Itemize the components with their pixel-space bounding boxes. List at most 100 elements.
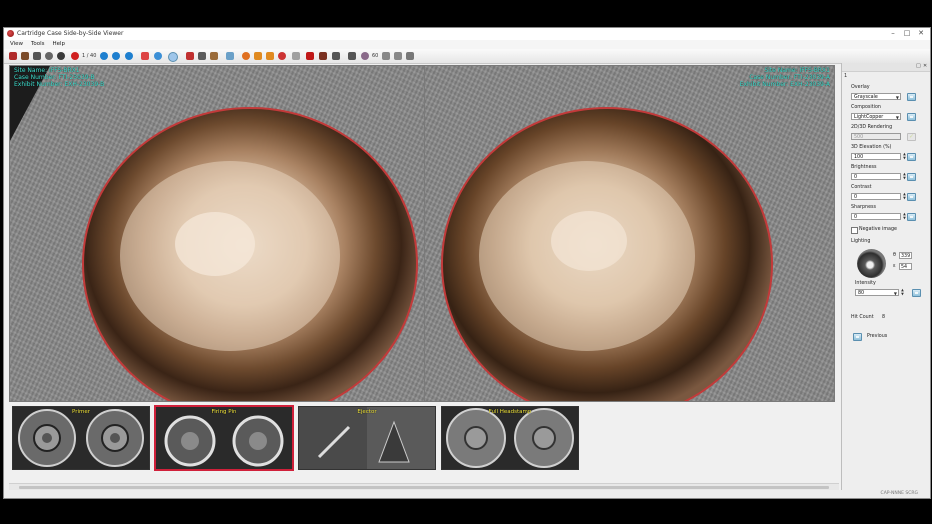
monitor-icon[interactable] xyxy=(348,52,356,60)
overlay-value: Grayscale xyxy=(854,95,878,100)
bookmark-icon[interactable] xyxy=(319,52,327,60)
record-icon[interactable] xyxy=(57,52,65,60)
zoom-out-icon[interactable] xyxy=(198,52,206,60)
menu-help[interactable]: Help xyxy=(52,40,65,49)
previous-icon[interactable] xyxy=(100,52,108,60)
camera-icon[interactable] xyxy=(45,52,53,60)
menu-view[interactable]: View xyxy=(10,40,23,49)
play-icon[interactable] xyxy=(125,52,133,60)
zoom-in-icon[interactable] xyxy=(186,52,194,60)
composition-apply-button[interactable] xyxy=(907,113,916,121)
composition-label: Composition xyxy=(851,105,881,110)
thumbnail-label: Firing Pin xyxy=(211,409,237,415)
move-icon[interactable] xyxy=(141,52,149,60)
left-exhibit-number: Exhibit Number: EXH-23039-B xyxy=(14,81,105,89)
rotate-icon[interactable] xyxy=(154,52,162,60)
tools-icon[interactable] xyxy=(394,52,402,60)
contrast-value: 0 xyxy=(854,195,858,200)
scrollbar-thumb[interactable] xyxy=(19,486,829,489)
cut-icon[interactable] xyxy=(292,52,300,60)
sharpness-apply-button[interactable] xyxy=(907,213,916,221)
elevation-label: 3D Elevation (%) xyxy=(851,145,892,150)
sync-icon[interactable] xyxy=(168,52,178,62)
brightness-value: 0 xyxy=(854,175,858,180)
thumbnail-label: Ejector xyxy=(357,409,377,415)
flip-vertical-icon[interactable] xyxy=(266,52,274,60)
maximize-button[interactable]: □ xyxy=(902,29,912,38)
menu-tools[interactable]: Tools xyxy=(31,40,45,49)
application-window: Cartridge Case Side-by-Side Viewer – □ ✕… xyxy=(3,27,931,499)
composition-value: LightCopper xyxy=(854,115,884,120)
overlay-select[interactable]: Grayscale ▼ xyxy=(851,93,901,100)
intensity-stepper[interactable]: ▲ ▼ xyxy=(900,288,905,296)
minimize-button[interactable]: – xyxy=(888,29,898,38)
zoom-level: 60 xyxy=(372,53,379,59)
lighting-angle-input[interactable]: 339 xyxy=(899,252,912,259)
link-icon[interactable] xyxy=(382,52,390,60)
settings-icon[interactable] xyxy=(406,52,414,60)
print-icon[interactable] xyxy=(332,52,340,60)
brightness-input[interactable]: 0 xyxy=(851,173,901,180)
rendering-apply-button[interactable] xyxy=(907,133,916,141)
crosshair-icon[interactable] xyxy=(278,52,286,60)
intensity-apply-button[interactable] xyxy=(912,289,921,297)
primer-thumbnail-image xyxy=(13,407,149,469)
composition-select[interactable]: LightCopper ▼ xyxy=(851,113,901,120)
chevron-down-icon: ▼ xyxy=(893,291,897,296)
hit-count-value: 8 xyxy=(882,315,886,320)
thumbnail-full-headstamp[interactable]: Full Headstamp xyxy=(441,406,579,470)
left-image-pane[interactable]: Site Name: IFFS-BRX1 Case Number: FTI-23… xyxy=(9,65,425,402)
save-icon[interactable] xyxy=(33,52,41,60)
thumbnail-firing-pin[interactable]: Firing Pin xyxy=(154,405,294,471)
hit-count-label: Hit Count xyxy=(851,315,874,320)
image-icon[interactable] xyxy=(226,52,234,60)
pin-icon[interactable] xyxy=(210,52,218,60)
thumbnail-primer[interactable]: Primer xyxy=(12,406,150,470)
contrast-apply-button[interactable] xyxy=(907,193,916,201)
open-icon[interactable] xyxy=(21,52,29,60)
thumbnail-label: Full Headstamp xyxy=(488,409,532,415)
brightness-label: Brightness xyxy=(851,165,877,170)
overlay-label: Overlay xyxy=(851,85,870,90)
lighting-elevation-symbol: ε xyxy=(893,264,896,269)
page-counter: 1 / 40 xyxy=(82,53,97,59)
thumbnail-strip: Primer Firing Pin Ejector Full Headstamp xyxy=(9,403,839,481)
right-image-pane[interactable]: Site Name: IFFS-BRX1 Case Number: FTI-23… xyxy=(424,65,835,402)
gear-icon[interactable] xyxy=(9,52,17,60)
thumbnail-ejector[interactable]: Ejector xyxy=(298,406,436,470)
panel-pin-icon[interactable]: □ xyxy=(916,64,921,69)
sharpness-input[interactable]: 0 xyxy=(851,213,901,220)
refresh-icon[interactable] xyxy=(242,52,250,60)
left-info-block: Site Name: IFFS-BRX1 Case Number: FTI-23… xyxy=(14,67,104,89)
elevation-apply-button[interactable] xyxy=(907,153,916,161)
next-icon[interactable] xyxy=(112,52,120,60)
toolbar: 1 / 40 60 xyxy=(4,49,930,64)
status-text: CAP-NNNE SCRG xyxy=(880,491,918,496)
chevron-down-icon: ▼ xyxy=(895,115,899,120)
overlay-apply-button[interactable] xyxy=(907,93,916,101)
lighting-elevation-input[interactable]: 54 xyxy=(899,263,912,270)
rendering-input[interactable]: 500 xyxy=(851,133,901,140)
close-button[interactable]: ✕ xyxy=(916,29,926,38)
panel-header: □ ✕ xyxy=(842,63,930,72)
lighting-sphere-control[interactable] xyxy=(857,249,886,278)
flip-horizontal-icon[interactable] xyxy=(254,52,262,60)
panel-tab[interactable]: 1 xyxy=(844,73,847,79)
stop-icon[interactable] xyxy=(71,52,79,60)
star-icon[interactable] xyxy=(306,52,314,60)
headstamp-thumbnail-image xyxy=(442,407,578,469)
contrast-input[interactable]: 0 xyxy=(851,193,901,200)
previous-icon[interactable] xyxy=(853,333,862,341)
brightness-apply-button[interactable] xyxy=(907,173,916,181)
negative-image-label: Negative image xyxy=(859,227,897,232)
app-icon xyxy=(7,30,14,37)
elevation-input[interactable]: 100 xyxy=(851,153,901,160)
intensity-label: Intensity xyxy=(855,281,876,286)
negative-image-checkbox[interactable] xyxy=(851,227,858,234)
previous-button-label[interactable]: Previous xyxy=(867,334,887,339)
sharpness-value: 0 xyxy=(854,215,858,220)
intensity-select[interactable]: 80 ▼ xyxy=(855,289,899,296)
right-exhibit-number: Exhibit Number: EXH-23039-A xyxy=(739,81,830,89)
brain-icon[interactable] xyxy=(361,52,369,60)
panel-close-icon[interactable]: ✕ xyxy=(923,64,928,69)
